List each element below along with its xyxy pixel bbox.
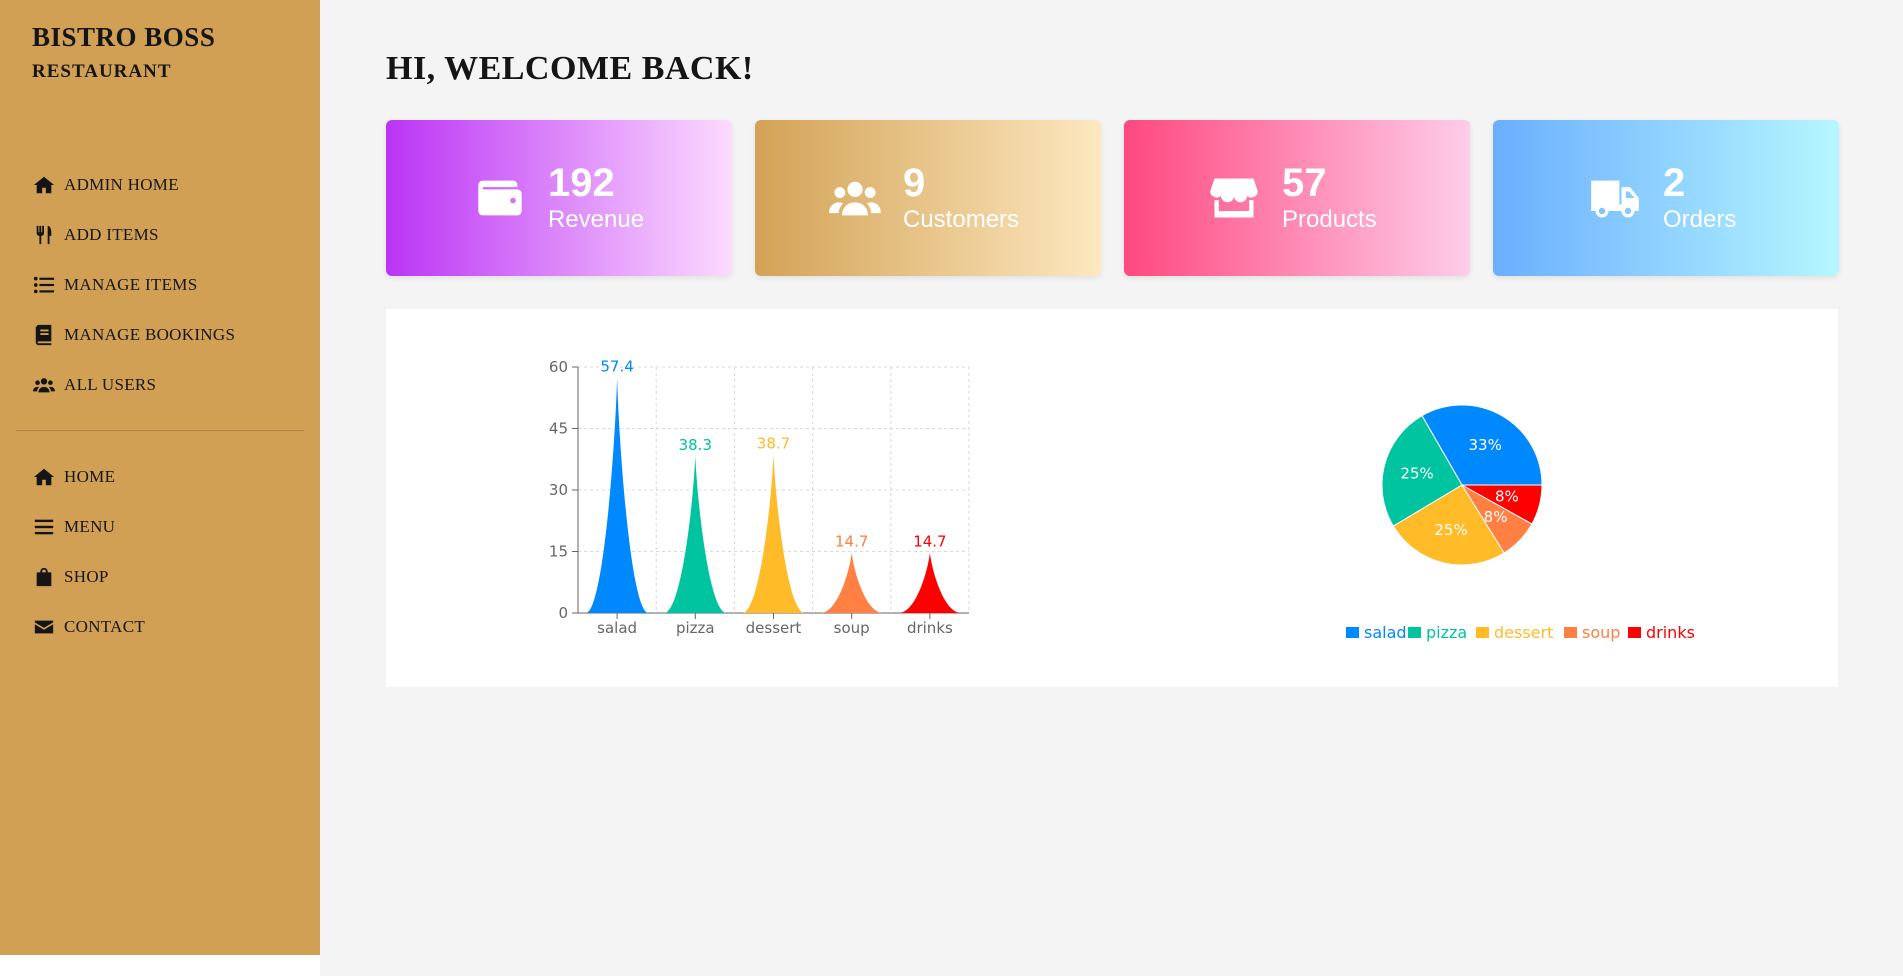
utensils-icon bbox=[32, 223, 56, 247]
stat-label: Customers bbox=[903, 206, 1020, 233]
truck-icon bbox=[1587, 170, 1643, 226]
users-icon bbox=[32, 373, 56, 397]
legend-label-soup[interactable]: soup bbox=[1582, 623, 1620, 642]
legend-swatch bbox=[1564, 627, 1577, 638]
x-tick-label: salad bbox=[597, 619, 637, 637]
sidebar: BISTRO BOSS RESTAURANT ADMIN HOME ADD IT… bbox=[0, 0, 320, 955]
sidebar-item-label: HOME bbox=[64, 467, 116, 486]
pie-slice-label: 8% bbox=[1484, 508, 1508, 526]
stat-label: Orders bbox=[1663, 206, 1737, 233]
page-title: HI, WELCOME BACK! bbox=[386, 50, 754, 87]
legend-swatch bbox=[1346, 627, 1359, 638]
sidebar-item-home[interactable]: HOME bbox=[32, 452, 145, 502]
legend-label-dessert[interactable]: dessert bbox=[1494, 623, 1553, 642]
bar-drinks[interactable] bbox=[898, 552, 962, 613]
home-icon bbox=[32, 173, 56, 197]
legend-swatch bbox=[1476, 627, 1489, 638]
sidebar-item-label: ADMIN HOME bbox=[64, 175, 179, 194]
sidebar-item-label: MENU bbox=[64, 517, 116, 536]
site-nav: HOME MENU SHOP CONTACT bbox=[32, 452, 145, 652]
bar-data-label: 38.3 bbox=[679, 436, 712, 454]
users-icon bbox=[827, 170, 883, 226]
sidebar-item-manage-items[interactable]: MANAGE ITEMS bbox=[32, 260, 235, 310]
sidebar-bottom-strip bbox=[0, 955, 320, 976]
y-tick-label: 30 bbox=[549, 481, 568, 499]
sidebar-item-label: SHOP bbox=[64, 567, 109, 586]
sidebar-item-admin-home[interactable]: ADMIN HOME bbox=[32, 160, 235, 210]
stat-card-orders: 2 Orders bbox=[1493, 120, 1839, 276]
brand-subtitle: RESTAURANT bbox=[32, 61, 172, 82]
bar-soup[interactable] bbox=[820, 552, 883, 613]
sidebar-item-all-users[interactable]: ALL USERS bbox=[32, 360, 235, 410]
sidebar-item-label: ADD ITEMS bbox=[64, 225, 159, 244]
legend-swatch bbox=[1628, 627, 1641, 638]
admin-nav: ADMIN HOME ADD ITEMS MANAGE ITEMS MANAGE… bbox=[32, 160, 235, 410]
sidebar-divider bbox=[16, 430, 304, 431]
book-icon bbox=[32, 323, 56, 347]
pie-slice-label: 33% bbox=[1469, 436, 1502, 454]
store-icon bbox=[1206, 170, 1262, 226]
sidebar-item-label: MANAGE BOOKINGS bbox=[64, 325, 236, 344]
x-tick-label: pizza bbox=[676, 619, 715, 637]
bar-data-label: 14.7 bbox=[835, 533, 868, 551]
list-icon bbox=[32, 273, 56, 297]
sidebar-item-menu[interactable]: MENU bbox=[32, 502, 145, 552]
y-tick-label: 60 bbox=[549, 358, 568, 376]
sidebar-item-label: CONTACT bbox=[64, 617, 146, 636]
stat-value: 192 bbox=[548, 161, 615, 205]
x-tick-label: drinks bbox=[907, 619, 953, 637]
stat-value: 2 bbox=[1663, 161, 1686, 205]
legend-swatch bbox=[1408, 627, 1421, 638]
stat-card-revenue: 192 Revenue bbox=[386, 120, 732, 276]
y-tick-label: 45 bbox=[549, 420, 568, 438]
x-tick-label: soup bbox=[834, 619, 870, 637]
stat-card-customers: 9 Customers bbox=[755, 120, 1101, 276]
legend-label-drinks[interactable]: drinks bbox=[1646, 623, 1695, 642]
envelope-icon bbox=[32, 615, 56, 639]
y-tick-label: 15 bbox=[549, 543, 568, 561]
sidebar-item-contact[interactable]: CONTACT bbox=[32, 602, 145, 652]
bar-dessert[interactable] bbox=[742, 454, 805, 613]
pie-slice-label: 25% bbox=[1434, 521, 1467, 539]
menu-icon bbox=[32, 515, 56, 539]
brand[interactable]: BISTRO BOSS RESTAURANT bbox=[32, 22, 215, 83]
sidebar-item-manage-bookings[interactable]: MANAGE BOOKINGS bbox=[32, 310, 235, 360]
wallet-icon bbox=[472, 170, 528, 226]
legend-label-pizza[interactable]: pizza bbox=[1426, 623, 1467, 642]
charts-panel: 0 15 30 45 60 57.4 salad 38.3 pizza 38.7 dessert 14… bbox=[386, 309, 1838, 687]
category-pie-chart: 33% 25% 25% 8% 8% salad pizza dessert soup drinks bbox=[1346, 404, 1695, 642]
bar-data-label: 38.7 bbox=[757, 434, 790, 452]
stat-card-products: 57 Products bbox=[1124, 120, 1470, 276]
y-tick-label: 0 bbox=[558, 604, 568, 622]
x-tick-label: dessert bbox=[746, 619, 802, 637]
shopping-bag-icon bbox=[32, 565, 56, 589]
pie-slice-label: 25% bbox=[1400, 464, 1433, 482]
sidebar-item-shop[interactable]: SHOP bbox=[32, 552, 145, 602]
category-bar-chart: 0 15 30 45 60 57.4 salad 38.3 pizza 38.7 dessert 14… bbox=[549, 358, 970, 637]
brand-name: BISTRO BOSS bbox=[32, 22, 216, 52]
bar-data-label: 57.4 bbox=[600, 358, 633, 376]
bar-data-label: 14.7 bbox=[913, 533, 946, 551]
bar-salad[interactable] bbox=[585, 377, 649, 613]
stat-value: 57 bbox=[1282, 161, 1327, 205]
stat-label: Products bbox=[1282, 206, 1377, 233]
sidebar-item-label: ALL USERS bbox=[64, 375, 157, 394]
sidebar-item-label: MANAGE ITEMS bbox=[64, 275, 198, 294]
sidebar-item-add-items[interactable]: ADD ITEMS bbox=[32, 210, 235, 260]
home-icon bbox=[32, 465, 56, 489]
pie-slice-label: 8% bbox=[1495, 488, 1519, 506]
stat-label: Revenue bbox=[548, 206, 645, 233]
legend-label-salad[interactable]: salad bbox=[1364, 623, 1407, 642]
stat-value: 9 bbox=[903, 161, 926, 205]
bar-pizza[interactable] bbox=[664, 455, 727, 613]
